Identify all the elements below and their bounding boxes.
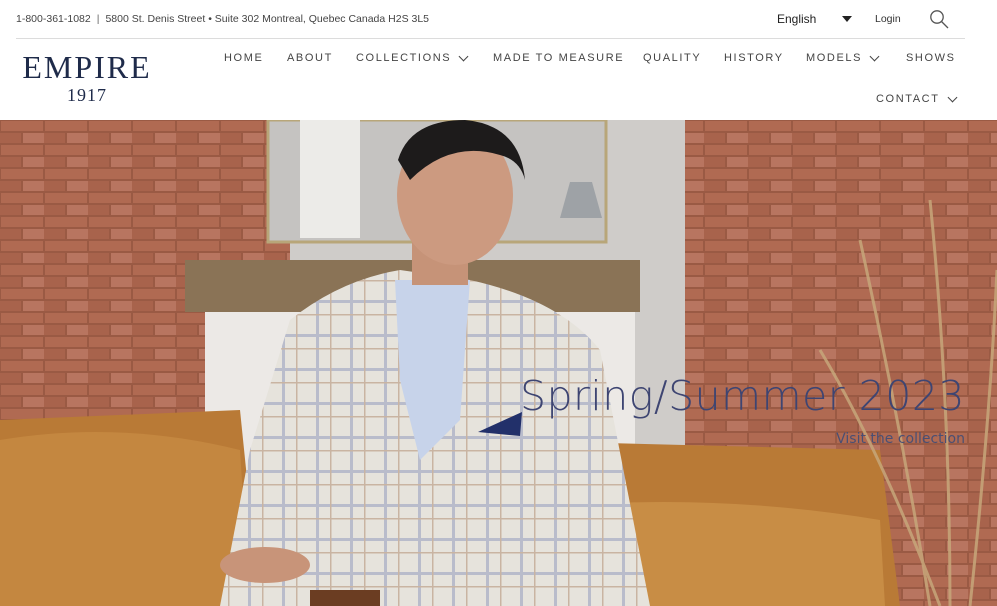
nav-made-to-measure[interactable]: MADE TO MEASURE [493, 52, 624, 64]
nav-history-label: HISTORY [724, 52, 784, 64]
nav-history[interactable]: HISTORY [724, 52, 784, 64]
phone-number[interactable]: 1-800-361-1082 [16, 13, 91, 25]
chevron-down-icon [458, 51, 469, 61]
nav-about[interactable]: ABOUT [287, 52, 333, 64]
nav-contact-label: CONTACT [876, 93, 940, 105]
nav-quality[interactable]: QUALITY [643, 52, 701, 64]
nav-home[interactable]: HOME [224, 52, 263, 64]
brand-logo[interactable]: EMPIRE 1917 [20, 51, 154, 105]
chevron-down-icon [869, 51, 880, 61]
visit-collection-link[interactable]: Visit the collection [836, 431, 965, 447]
nav-collections-label: COLLECTIONS [356, 52, 452, 64]
contact-info: 1-800-361-1082 | 5800 St. Denis Street • S… [16, 13, 429, 25]
language-label: English [777, 12, 817, 26]
language-selector[interactable]: English [777, 12, 853, 26]
nav-shows[interactable]: SHOWS [906, 52, 956, 64]
top-bar: 1-800-361-1082 | 5800 St. Denis Street • S… [16, 0, 965, 39]
address: 5800 St. Denis Street • Suite 302 Montre… [105, 13, 430, 25]
nav-made-to-measure-label: MADE TO MEASURE [493, 52, 625, 64]
nav-models[interactable]: MODELS [806, 51, 880, 64]
nav-about-label: ABOUT [287, 52, 333, 64]
hero-title: Spring/Summer 2023 [519, 372, 965, 420]
caret-down-icon [842, 16, 853, 22]
nav-models-label: MODELS [806, 52, 863, 64]
nav-contact[interactable]: CONTACT [876, 92, 957, 105]
login-link[interactable]: Login [875, 13, 901, 25]
nav-quality-label: QUALITY [643, 52, 702, 64]
hero-image [0, 120, 997, 606]
chevron-down-icon [947, 92, 957, 102]
logo-year: 1917 [67, 85, 107, 105]
nav-collections[interactable]: COLLECTIONS [356, 51, 469, 64]
nav-shows-label: SHOWS [906, 52, 956, 64]
nav-home-label: HOME [224, 52, 264, 64]
hero-banner[interactable]: Spring/Summer 2023 Visit the collection [0, 120, 997, 606]
separator: | [96, 13, 100, 25]
logo-name: EMPIRE [22, 49, 152, 85]
search-icon[interactable] [929, 9, 949, 29]
